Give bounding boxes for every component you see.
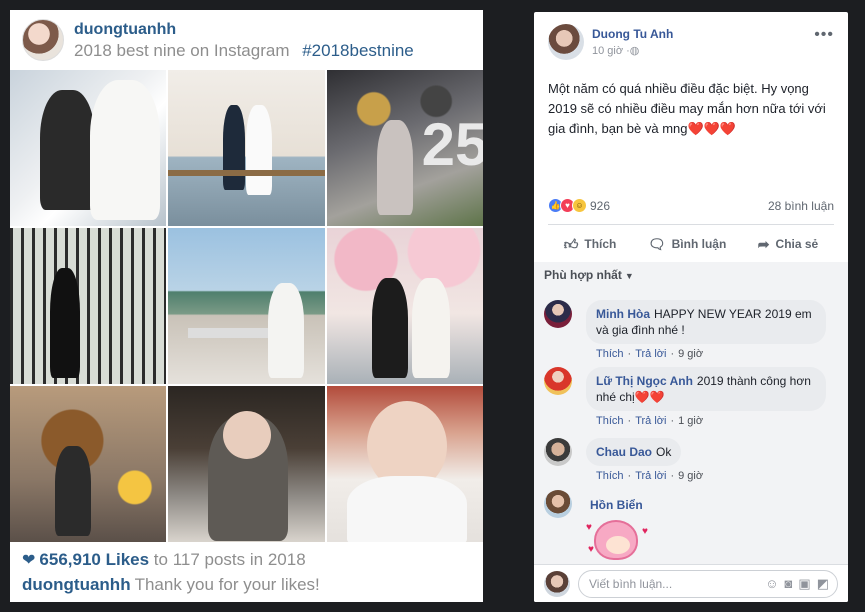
insta-likes-count: 656,910 Likes (39, 550, 150, 569)
insta-thanks-user: duongtuanhh (22, 575, 131, 594)
photo-brown-bear-store (10, 386, 167, 542)
sort-label: Phù hợp nhất (544, 268, 622, 282)
photo-wedding (10, 70, 167, 226)
comment-bubble: Minh Hòa HAPPY NEW YEAR 2019 em và gia đì… (586, 300, 826, 344)
caret-down-icon: ▼ (624, 271, 634, 281)
gif-icon[interactable]: ▣ (798, 576, 810, 592)
comment-time[interactable]: 9 giờ (678, 348, 703, 360)
comment-button[interactable]: 🗨 Bình luận (648, 236, 726, 253)
share-button-label: Chia sẻ (775, 237, 819, 251)
sticker-icon[interactable]: ◩ (817, 576, 829, 592)
comment-time[interactable]: 9 giờ (678, 470, 703, 482)
photo-couple-flowers (326, 228, 483, 384)
thumbs-up-icon: 👍︎ (563, 235, 579, 252)
insta-username: duongtuanhh (74, 21, 177, 38)
comment-text: Ok (656, 445, 672, 459)
author-name[interactable]: Duong Tu Anh (592, 27, 673, 41)
camera-icon[interactable]: ◙ (785, 576, 793, 592)
comment-reply-link[interactable]: Trả lời (635, 470, 666, 482)
comment-item: Chau Dao Ok Thích · Trả lời · 9 giờ (544, 438, 838, 482)
like-button-label: Thích (584, 237, 617, 251)
composer-tools: ☺ ◙ ▣ ◩ (765, 576, 837, 592)
comment-reply-link[interactable]: Trả lời (635, 348, 666, 360)
insta-header: duongtuanhh 2018 best nine on Instagram … (10, 10, 483, 70)
commenter-name[interactable]: Lữ Thị Ngọc Anh (596, 374, 693, 388)
divider (548, 224, 834, 225)
haha-reaction-icon: ☺ (572, 198, 587, 213)
comment-input-placeholder: Viết bình luận... (589, 576, 673, 591)
post-time[interactable]: 10 giờ ·◍ (592, 44, 673, 57)
photo-black-dress-gate (10, 228, 167, 384)
comment-like-link[interactable]: Thích (596, 415, 624, 427)
emoji-icon[interactable]: ☺ (765, 576, 778, 592)
heart-icon: ❤ (22, 552, 36, 569)
commenter-avatar[interactable] (544, 300, 572, 328)
comment-bubble: Lữ Thị Ngọc Anh 2019 thành công hơn nhé c… (586, 367, 826, 411)
comment-count[interactable]: 28 bình luận (768, 199, 834, 213)
instagram-best-nine-image: duongtuanhh 2018 best nine on Instagram … (10, 10, 483, 602)
comment-composer: Viết bình luận... ☺ ◙ ▣ ◩ (534, 564, 848, 602)
photo-selfie-closeup (326, 386, 483, 542)
post-header: Duong Tu Anh 10 giờ ·◍ (548, 24, 673, 60)
comment-time[interactable]: 1 giờ (678, 415, 703, 427)
commenter-name[interactable]: Chau Dao (596, 445, 652, 459)
share-button[interactable]: ➦ Chia sẻ (758, 236, 818, 253)
like-button[interactable]: 👍︎ Thích (564, 236, 617, 253)
comment-item: Lữ Thị Ngọc Anh 2019 thành công hơn nhé c… (544, 367, 838, 427)
sticker-face (594, 520, 638, 560)
insta-hashtag: #2018bestnine (302, 41, 414, 60)
commenter-name[interactable]: Minh Hòa (596, 307, 650, 321)
comment-reply-link[interactable]: Trả lời (635, 415, 666, 427)
comment-meta: Thích · Trả lời · 9 giờ (596, 348, 704, 360)
commenter-avatar[interactable] (544, 367, 572, 395)
insta-likes-line: ❤ 656,910 Likes to 117 posts in 2018 (22, 548, 471, 573)
comment-item: Hồn Biển ♥ ♥ ♥ (544, 490, 838, 564)
commenter-avatar[interactable] (544, 438, 572, 466)
comment-meta: Thích · Trả lời · 9 giờ (596, 470, 704, 482)
insta-thanks-line: duongtuanhh Thank you for your likes! (22, 573, 471, 597)
author-avatar[interactable] (548, 24, 584, 60)
comment-meta: Thích · Trả lời · 1 giờ (596, 415, 704, 427)
comment-sort-dropdown[interactable]: Phù hợp nhất ▼ (544, 268, 634, 282)
post-hearts: ❤️❤️❤️ (687, 121, 737, 136)
post-message: Một năm có quá nhiều điều đặc biệt. Hy v… (548, 79, 838, 139)
photo-birthday-balloons: 25 (326, 70, 483, 226)
insta-thanks-text: Thank you for your likes! (134, 575, 320, 594)
insta-avatar (22, 19, 64, 61)
insta-subtitle: 2018 best nine on Instagram (74, 41, 290, 60)
heart-icon: ♥ (586, 522, 592, 533)
photo-cafe-portrait (168, 386, 325, 542)
post-actions: 👍︎ Thích 🗨 Bình luận ➦ Chia sẻ (548, 230, 834, 258)
speech-bubble-icon: 🗨 (647, 235, 666, 252)
comment-like-link[interactable]: Thích (596, 470, 624, 482)
comment-input[interactable]: Viết bình luận... ☺ ◙ ▣ ◩ (578, 569, 838, 598)
share-arrow-icon: ➦ (757, 235, 770, 252)
photo-couple-seaside (168, 70, 325, 226)
sticker-image: ♥ ♥ ♥ (586, 520, 650, 564)
commenter-avatar[interactable] (544, 490, 572, 518)
commenter-name[interactable]: Hồn Biển (590, 498, 650, 512)
reaction-count[interactable]: 926 (590, 199, 610, 213)
current-user-avatar (544, 570, 570, 597)
post-time-text: 10 giờ (592, 45, 624, 57)
heart-icon: ♥ (588, 544, 594, 555)
more-options-icon[interactable]: ••• (814, 26, 834, 44)
comment-bubble: Chau Dao Ok (586, 438, 682, 466)
comment-item: Minh Hòa HAPPY NEW YEAR 2019 em và gia đì… (544, 300, 838, 360)
reaction-icons[interactable]: 👍 ♥ ☺ (548, 198, 587, 213)
heart-icon: ♥ (642, 526, 648, 537)
facebook-post: Duong Tu Anh 10 giờ ·◍ ••• Một năm có qu… (534, 12, 848, 602)
insta-likes-rest: to 117 posts in 2018 (153, 550, 306, 569)
photo-beach-dining (168, 228, 325, 384)
globe-icon: ·◍ (626, 45, 640, 57)
comment-like-link[interactable]: Thích (596, 348, 624, 360)
comment-button-label: Bình luận (671, 237, 727, 251)
reaction-bar: 👍 ♥ ☺ 926 28 bình luận (548, 198, 834, 213)
photo-grid: 25 (10, 70, 483, 542)
